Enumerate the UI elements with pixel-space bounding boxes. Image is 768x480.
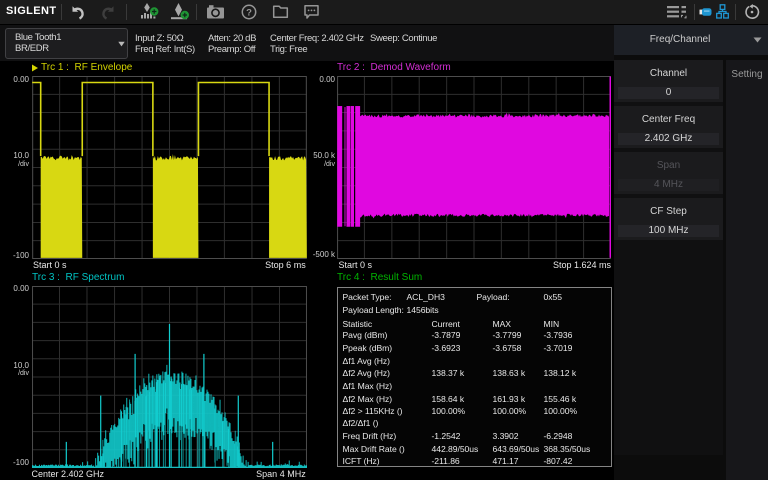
svg-text:?: ? xyxy=(246,7,252,18)
